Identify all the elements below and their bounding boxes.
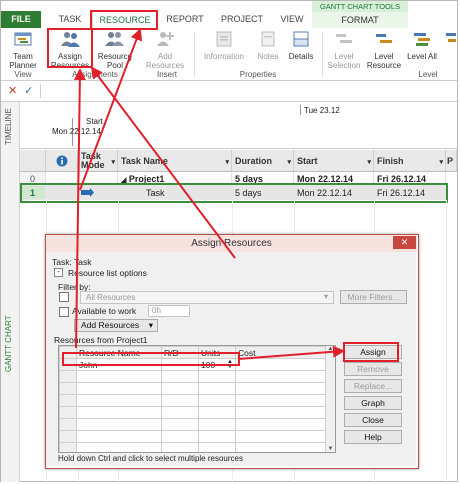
arrow-from-dialog (90, 66, 236, 259)
arrow-to-assign-resources (73, 68, 86, 349)
arrow-to-assign-button (237, 345, 345, 360)
arrow-to-resource-tab (79, 28, 143, 191)
annotation-arrows (73, 28, 345, 360)
